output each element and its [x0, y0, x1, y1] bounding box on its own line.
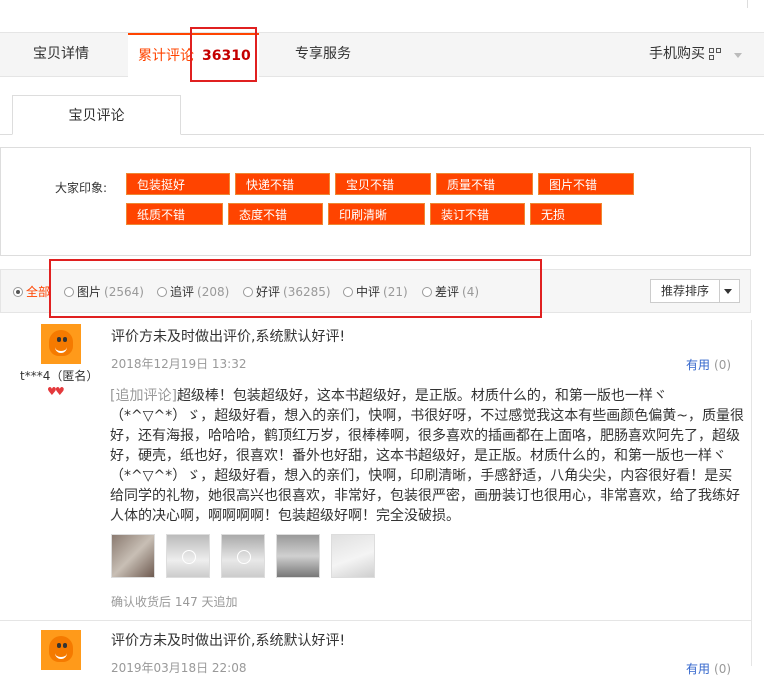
avatar [41, 324, 81, 364]
filter-all-radio[interactable]: 全部 [13, 284, 50, 300]
review-photo[interactable] [276, 534, 320, 578]
followup-timing: 确认收货后 147 天追加 [111, 595, 238, 609]
reviewer-name: t***4（匿名） [20, 369, 99, 383]
useful-count: (0) [714, 662, 732, 676]
impression-tag[interactable]: 宝贝不错 (50) [335, 173, 431, 214]
sort-label: 推荐排序 [651, 280, 720, 302]
filter-label: 全部 [26, 285, 51, 299]
review-video-thumb[interactable] [166, 534, 210, 578]
tab-product-detail[interactable]: 宝贝详情 [0, 33, 122, 77]
heart-level-icon: ♥♥ [47, 385, 65, 398]
annotation-box [49, 259, 542, 318]
impression-tag[interactable]: 纸质不错 (41) [126, 203, 223, 244]
tab-reviews-label: 累计评论 [138, 48, 194, 64]
mobile-buy-label: 手机购买 [649, 46, 705, 62]
review-text: 评价方未及时做出评价,系统默认好评! [111, 329, 346, 345]
impression-tag[interactable]: 质量不错 (46) [436, 173, 533, 214]
impression-tag[interactable]: 无损 (11) [530, 203, 602, 244]
qr-code-icon [709, 48, 721, 60]
divider [0, 620, 751, 621]
tab-mobile-buy[interactable]: 手机购买 [630, 33, 740, 77]
caret-down-icon [724, 289, 732, 294]
top-strip [0, 0, 764, 8]
chevron-down-icon[interactable] [734, 53, 742, 58]
followup-tag: [追加评论] [110, 388, 177, 404]
impression-tag[interactable]: 包装挺好 (177) [126, 173, 230, 214]
tab-product-reviews[interactable]: 宝贝评论 [12, 95, 181, 135]
impressions-panel: 大家印象: 包装挺好 (177) 快递不错 (54) 宝贝不错 (50) 质量不… [0, 147, 751, 256]
review-photo[interactable] [111, 534, 155, 578]
tab-service[interactable]: 专享服务 [268, 33, 378, 77]
followup-text: 超级棒！包装超级好，这本书超级好，是正版。材质什么的，和第一版也一样ヾ（*^▽^… [110, 388, 744, 524]
followup-review: [追加评论]超级棒！包装超级好，这本书超级好，是正版。材质什么的，和第一版也一样… [110, 386, 746, 526]
useful-label: 有用 [686, 358, 711, 372]
annotation-box [190, 27, 257, 82]
radio-selected-icon [13, 287, 23, 297]
impression-tag[interactable]: 印刷清晰 (21) [328, 203, 425, 244]
useful-count: (0) [714, 358, 732, 372]
impression-tag[interactable]: 图片不错 (44) [538, 173, 634, 214]
review-video-thumb[interactable] [221, 534, 265, 578]
useful-button[interactable]: 有用 (0) [686, 660, 731, 677]
useful-button[interactable]: 有用 (0) [686, 356, 731, 373]
useful-label: 有用 [686, 662, 711, 676]
impression-tag[interactable]: 快递不错 (54) [235, 173, 330, 214]
divider [747, 0, 748, 8]
sort-dropdown[interactable]: 推荐排序 [650, 279, 740, 303]
review-date: 2019年03月18日 22:08 [111, 661, 247, 675]
review-text: 评价方未及时做出评价,系统默认好评! [111, 633, 346, 649]
divider [751, 320, 752, 666]
avatar [41, 630, 81, 670]
impression-tag[interactable]: 装订不错 (15) [430, 203, 525, 244]
main-tab-bar: 宝贝详情 累计评论 36310 专享服务 手机购买 [0, 32, 764, 78]
play-icon [237, 550, 251, 564]
review-photo[interactable] [331, 534, 375, 578]
review-date: 2018年12月19日 13:32 [111, 357, 247, 371]
impressions-label: 大家印象: [55, 181, 108, 195]
impression-tag[interactable]: 态度不错 (28) [228, 203, 323, 244]
play-icon [182, 550, 196, 564]
